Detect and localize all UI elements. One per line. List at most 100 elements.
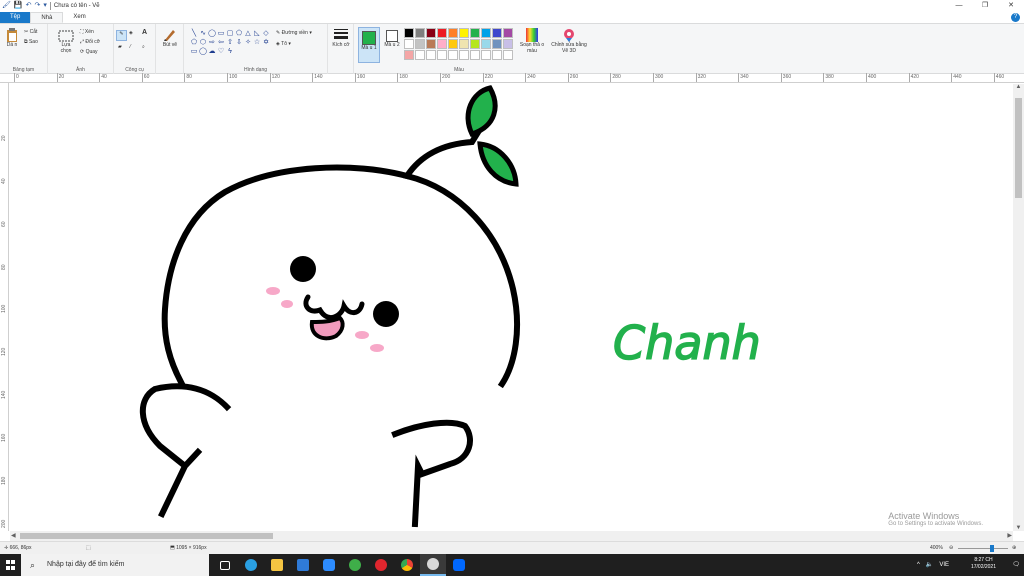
scroll-left-icon[interactable]: ◀ [11,531,16,541]
palette-swatch[interactable] [470,28,480,38]
color1-button[interactable]: Mà u 1 [358,27,380,63]
palette-swatch[interactable] [437,28,447,38]
palette-swatch[interactable] [437,39,447,49]
save-icon[interactable]: 💾 [14,1,23,11]
palette-swatch[interactable] [492,39,502,49]
palette-swatch[interactable] [503,28,513,38]
star4-shape-icon[interactable]: ✧ [244,39,252,47]
fill-button[interactable]: ◈ Tô ▾ [276,41,291,47]
paint3d-button[interactable]: Chỉnh sửa bằng Vẽ 3D [550,28,588,54]
palette-swatch[interactable] [426,50,436,60]
star6-shape-icon[interactable]: ✡ [262,39,270,47]
heart-shape-icon[interactable]: ♡ [217,48,225,56]
copy-button[interactable]: ⧉ Sao [24,39,38,45]
callout-rect-shape-icon[interactable]: ▭ [190,48,198,56]
palette-swatch[interactable] [481,28,491,38]
palette-swatch[interactable] [404,39,414,49]
tab-home[interactable]: Nhà [30,12,64,23]
shapes-gallery[interactable]: ╲ ∿ ◯ ▭ ▢ ⬠ △ ◺ ◇ ⬠ ⬡ ⇨ ⇦ ⇧ ⇩ ✧ ☆ ✡ ▭ ◯ ☁ ♡ ϟ [190,30,270,56]
minimize-button[interactable]: — [946,0,972,12]
edit-colors-button[interactable]: Soạn thả o màu [518,28,546,54]
size-button[interactable]: Kích cỡ [332,28,350,48]
callout-oval-shape-icon[interactable]: ◯ [199,48,207,56]
volume-icon[interactable]: 🔈 [926,558,933,572]
keyboard-language[interactable]: VIE [939,558,949,572]
hexagon-shape-icon[interactable]: ⬡ [199,39,207,47]
select-button[interactable]: Lựa chọn [56,30,76,54]
zalo-icon[interactable] [446,554,472,576]
zoom-slider[interactable] [958,548,1008,549]
palette-swatch[interactable] [459,50,469,60]
palette-swatch[interactable] [426,28,436,38]
outline-button[interactable]: ✎ Đường viền ▾ [276,30,312,36]
clock[interactable]: 8:27 CH 17/02/2021 [971,557,996,571]
palette-swatch[interactable] [415,39,425,49]
palette-swatch[interactable] [470,50,480,60]
palette-swatch[interactable] [415,28,425,38]
cut-button[interactable]: ✂ Cắt [24,29,37,35]
taskbar-search[interactable]: ⌕ Nhập tại đây để tìm kiếm [21,554,209,576]
arrow-down-shape-icon[interactable]: ⇩ [235,39,243,47]
curve-shape-icon[interactable]: ∿ [199,30,207,38]
horizontal-scrollbar[interactable]: ◀ ▶ [10,531,1013,541]
paste-button[interactable]: Dá n [4,28,20,48]
lightning-shape-icon[interactable]: ϟ [226,48,234,56]
palette-swatch[interactable] [459,39,469,49]
palette-swatch[interactable] [503,39,513,49]
text-tool-icon[interactable]: A [142,29,147,36]
palette-swatch[interactable] [448,39,458,49]
resize-button[interactable]: ⤢ Đổi cỡ [80,39,100,45]
close-button[interactable]: ✕ [998,0,1024,12]
rotate-button[interactable]: ⟳ Quay [80,49,98,55]
zoom-out-icon[interactable]: ⊖ [949,545,953,551]
tab-file[interactable]: Tệp [0,12,31,23]
eraser-icon[interactable]: ▰ [118,44,122,50]
horizontal-scroll-thumb[interactable] [20,533,273,539]
chevron-down-icon[interactable]: ▾ [43,1,47,11]
notification-icon[interactable]: 🗨 [1012,558,1020,572]
color2-button[interactable]: Mà u 2 [383,27,401,48]
maximize-button[interactable]: ❐ [972,0,998,12]
palette-swatch[interactable] [404,28,414,38]
palette-swatch[interactable] [481,50,491,60]
zoom-slider-knob[interactable] [990,545,994,552]
app-green-icon[interactable] [342,554,368,576]
palette-swatch[interactable] [437,50,447,60]
palette-swatch[interactable] [426,39,436,49]
palette-swatch[interactable] [492,50,502,60]
line-shape-icon[interactable]: ╲ [190,30,198,38]
polygon-shape-icon[interactable]: ⬠ [235,30,243,38]
palette-swatch[interactable] [492,28,502,38]
oval-shape-icon[interactable]: ◯ [208,30,216,38]
opera-icon[interactable] [368,554,394,576]
palette-swatch[interactable] [459,28,469,38]
color-picker-icon[interactable]: ⁄ [130,44,131,50]
scroll-right-icon[interactable]: ▶ [1007,531,1012,541]
task-view-icon[interactable] [212,554,238,576]
chrome-icon[interactable] [394,554,420,576]
mail-icon[interactable] [290,554,316,576]
vertical-scroll-thumb[interactable] [1015,98,1022,198]
fill-tool-icon[interactable]: ◈ [129,30,133,36]
star5-shape-icon[interactable]: ☆ [253,39,261,47]
crop-button[interactable]: ⛶ Xén [80,29,94,35]
arrow-right-shape-icon[interactable]: ⇨ [208,39,216,47]
palette-swatch[interactable] [415,50,425,60]
paint-taskbar-icon[interactable] [420,554,446,576]
pencil-tool[interactable]: ✎ [116,30,127,41]
arrow-left-shape-icon[interactable]: ⇦ [217,39,225,47]
rectangle-shape-icon[interactable]: ▭ [217,30,225,38]
vertical-scrollbar[interactable]: ▲ ▼ [1013,84,1024,531]
arrow-up-shape-icon[interactable]: ⇧ [226,39,234,47]
callout-cloud-shape-icon[interactable]: ☁ [208,48,216,56]
help-icon[interactable]: ? [1011,13,1020,22]
magnifier-icon[interactable]: ⌕ [142,44,145,50]
palette-swatch[interactable] [503,50,513,60]
zoom-in-icon[interactable]: ⊕ [1012,545,1016,551]
windows-start-icon[interactable] [6,560,16,570]
file-explorer-icon[interactable] [264,554,290,576]
zoom-app-icon[interactable] [316,554,342,576]
palette-swatch[interactable] [448,50,458,60]
palette-swatch[interactable] [470,39,480,49]
tray-chevron-up-icon[interactable]: ^ [917,558,920,572]
